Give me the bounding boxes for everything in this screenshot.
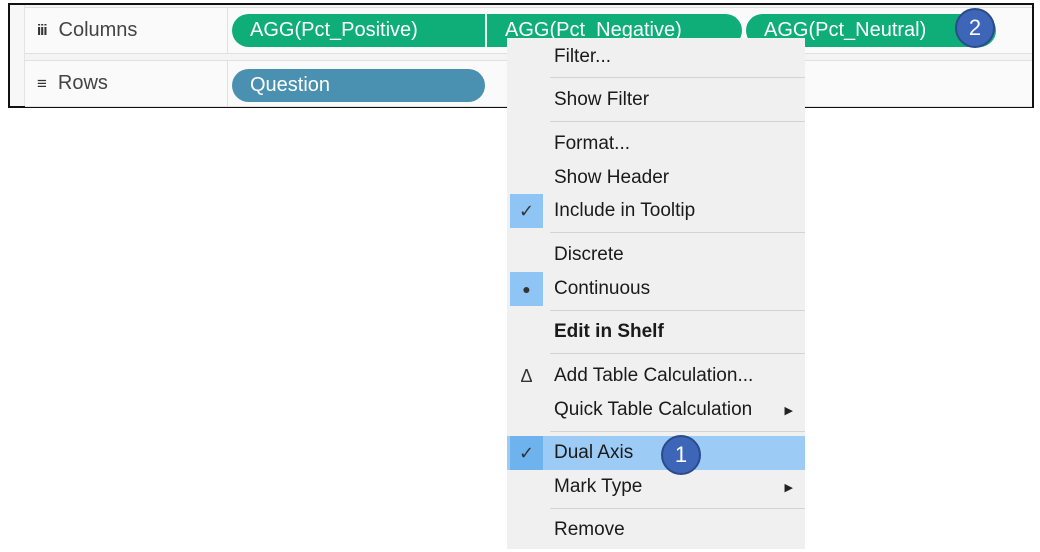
shelf-left-strip [10, 5, 25, 106]
menu-separator [550, 310, 805, 311]
columns-label-text: Columns [58, 19, 138, 41]
menu-separator [550, 232, 805, 233]
menu-item-label: Edit in Shelf [554, 321, 664, 342]
checkmark-icon: ✓ [510, 194, 543, 228]
menu-item-label: Add Table Calculation... [554, 365, 754, 386]
checkmark-icon: ✓ [510, 436, 543, 470]
menu-item-show-header[interactable]: Show Header [507, 161, 805, 195]
menu-item-quick-table-calculation[interactable]: Quick Table Calculation ▶ [507, 393, 805, 427]
radio-dot-icon: ● [510, 272, 543, 306]
menu-separator [550, 77, 805, 78]
menu-item-label: Quick Table Calculation [554, 399, 753, 420]
menu-item-remove[interactable]: Remove [507, 513, 805, 547]
menu-item-label: Show Filter [554, 89, 650, 110]
menu-separator [550, 121, 805, 122]
pill-question[interactable]: Question [232, 69, 485, 102]
rows-shelf-label: ≡ Rows [25, 61, 228, 106]
menu-item-discrete[interactable]: Discrete [507, 238, 805, 272]
pill-label: AGG(Pct_Positive) [250, 19, 418, 41]
pill-label: Question [250, 74, 331, 96]
menu-item-label: Remove [554, 519, 625, 540]
rows-icon: ≡ [37, 73, 47, 93]
submenu-arrow-icon: ▶ [784, 404, 793, 417]
menu-item-mark-type[interactable]: Mark Type ▶ [507, 470, 805, 504]
menu-item-label: Discrete [554, 244, 624, 265]
menu-item-include-in-tooltip[interactable]: ✓ Include in Tooltip [507, 194, 805, 228]
menu-separator [550, 508, 805, 509]
pill-pct-positive[interactable]: AGG(Pct_Positive) [232, 14, 485, 47]
menu-item-label: Filter... [554, 46, 612, 67]
menu-item-add-table-calculation[interactable]: Δ Add Table Calculation... [507, 359, 805, 393]
rows-label-text: Rows [57, 72, 108, 94]
menu-item-filter[interactable]: Filter... [507, 40, 805, 74]
delta-icon: Δ [520, 365, 533, 386]
menu-item-continuous[interactable]: ● Continuous [507, 272, 805, 306]
menu-separator [550, 431, 805, 432]
columns-shelf-label: iii Columns [25, 8, 228, 53]
menu-item-label: Dual Axis [554, 442, 634, 463]
menu-item-label: Show Header [554, 167, 670, 188]
menu-separator [550, 353, 805, 354]
menu-item-dual-axis[interactable]: ✓ Dual Axis [507, 436, 805, 470]
columns-icon: iii [37, 22, 47, 39]
annotation-badge-1: 1 [661, 435, 701, 475]
pill-context-menu: Filter... Show Filter Format... Show Hea… [507, 38, 805, 549]
menu-item-label: Format... [554, 133, 631, 154]
menu-item-label: Continuous [554, 278, 651, 299]
menu-item-format[interactable]: Format... [507, 127, 805, 161]
menu-item-edit-in-shelf[interactable]: Edit in Shelf [507, 315, 805, 349]
annotation-badge-2: 2 [955, 8, 995, 48]
menu-item-show-filter[interactable]: Show Filter [507, 83, 805, 117]
menu-item-label: Mark Type [554, 476, 643, 497]
submenu-arrow-icon: ▶ [784, 481, 793, 494]
menu-item-label: Include in Tooltip [554, 200, 696, 221]
